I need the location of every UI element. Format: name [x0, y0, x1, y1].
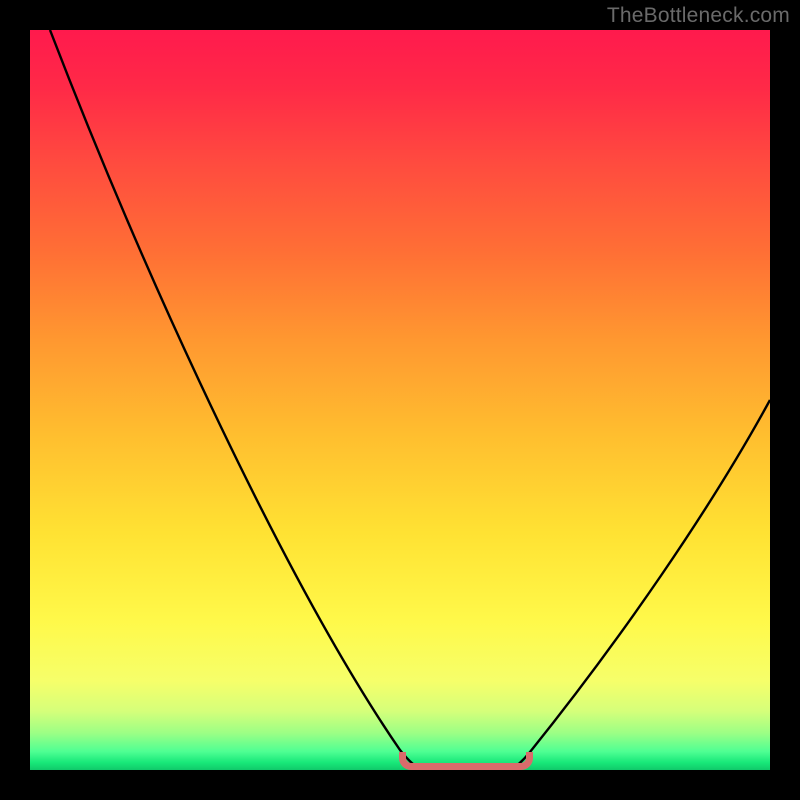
- bottleneck-curve: [30, 30, 770, 770]
- chart-frame: TheBottleneck.com: [0, 0, 800, 800]
- watermark-text: TheBottleneck.com: [607, 4, 790, 28]
- optimal-range-marker: [399, 752, 533, 770]
- curve-path: [50, 30, 770, 770]
- plot-area: [30, 30, 770, 770]
